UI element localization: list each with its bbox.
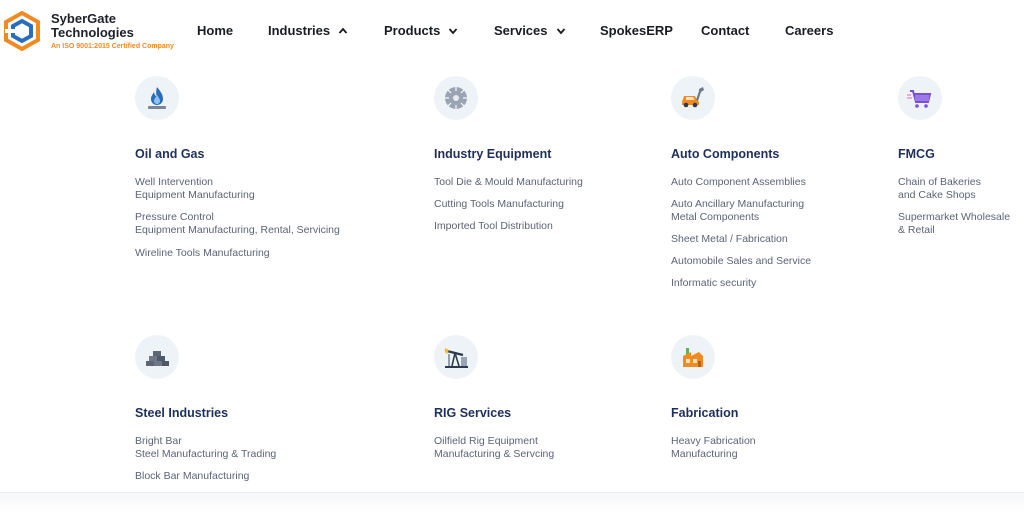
menu-link[interactable]: Bright Bar (135, 435, 182, 448)
menu-link[interactable]: Imported Tool Distribution (434, 220, 553, 233)
menu-link[interactable]: Auto Ancillary Manufacturing (671, 198, 804, 211)
brand-tagline: An ISO 9001:2015 Certified Company (51, 43, 174, 50)
menu-link[interactable]: Metal Components (671, 211, 759, 224)
category-title-fmcg[interactable]: FMCG (898, 147, 935, 161)
nav-careers-label: Careers (785, 23, 834, 38)
menu-link[interactable]: Equipment Manufacturing, Rental, Servici… (135, 224, 340, 237)
menu-link[interactable]: Wireline Tools Manufacturing (135, 247, 270, 260)
menu-link[interactable]: and Cake Shops (898, 189, 976, 202)
menu-link[interactable]: Block Bar Manufacturing (135, 470, 249, 483)
nav-products-label: Products (384, 23, 441, 38)
nav-spokeserp-label: SpokesERP (600, 23, 673, 38)
gas-flame-icon (135, 76, 179, 120)
menu-link[interactable]: Informatic security (671, 277, 756, 290)
nav-contact[interactable]: Contact (701, 23, 749, 38)
nav-services-label: Services (494, 23, 548, 38)
menu-link[interactable]: Supermarket Wholesale (898, 211, 1010, 224)
menu-link[interactable]: Heavy Fabrication (671, 435, 756, 448)
nav-products[interactable]: Products (384, 23, 458, 38)
oil-pump-icon (434, 335, 478, 379)
menu-link[interactable]: Pressure Control (135, 211, 214, 224)
nav-careers[interactable]: Careers (785, 23, 833, 38)
menu-link[interactable]: Equipment Manufacturing (135, 189, 255, 202)
nav-contact-label: Contact (701, 23, 750, 38)
menu-link[interactable]: Cutting Tools Manufacturing (434, 198, 564, 211)
menu-link[interactable]: Auto Component Assemblies (671, 176, 806, 189)
category-title-fabrication[interactable]: Fabrication (671, 406, 738, 420)
category-title-rig[interactable]: RIG Services (434, 406, 511, 420)
brand-name: SyberGate Technologies (51, 12, 134, 40)
site-header: SyberGate Technologies An ISO 9001:2015 … (0, 0, 1024, 62)
menu-link[interactable]: Tool Die & Mould Manufacturing (434, 176, 583, 189)
menu-link[interactable]: Well Intervention (135, 176, 213, 189)
menu-link[interactable]: Manufacturing & Servcing (434, 448, 554, 461)
factory-icon (671, 335, 715, 379)
chevron-up-icon (338, 27, 348, 34)
car-wrench-icon (671, 76, 715, 120)
chevron-down-icon (449, 27, 458, 34)
nav-home[interactable]: Home (197, 23, 233, 38)
category-title-steel[interactable]: Steel Industries (135, 406, 228, 420)
category-title-auto-components[interactable]: Auto Components (671, 147, 779, 161)
menu-link[interactable]: Oilfield Rig Equipment (434, 435, 538, 448)
menu-link[interactable]: & Retail (898, 224, 935, 237)
brand-name-line2: Technologies (51, 25, 134, 40)
menu-link[interactable]: Chain of Bakeries (898, 176, 981, 189)
brand-logo[interactable]: SyberGate Technologies An ISO 9001:2015 … (3, 10, 193, 54)
sybergate-logo-icon (4, 11, 40, 51)
category-title-oil-gas[interactable]: Oil and Gas (135, 147, 204, 161)
menu-bottom-edge (0, 492, 1024, 513)
menu-link[interactable]: Steel Manufacturing & Trading (135, 448, 276, 461)
nav-industries[interactable]: Industries (268, 23, 348, 38)
nav-services[interactable]: Services (494, 23, 566, 38)
shopping-cart-icon (898, 76, 942, 120)
category-title-industry-equipment[interactable]: Industry Equipment (434, 147, 551, 161)
menu-link[interactable]: Manufacturing (671, 448, 738, 461)
nav-industries-label: Industries (268, 23, 331, 38)
saw-blade-icon (434, 76, 478, 120)
brand-name-line1: SyberGate (51, 11, 117, 26)
steel-bars-icon (135, 335, 179, 379)
nav-spokeserp[interactable]: SpokesERP (600, 23, 673, 38)
nav-home-label: Home (197, 23, 234, 38)
menu-link[interactable]: Sheet Metal / Fabrication (671, 233, 788, 246)
chevron-down-icon (556, 27, 565, 34)
menu-link[interactable]: Automobile Sales and Service (671, 255, 811, 268)
